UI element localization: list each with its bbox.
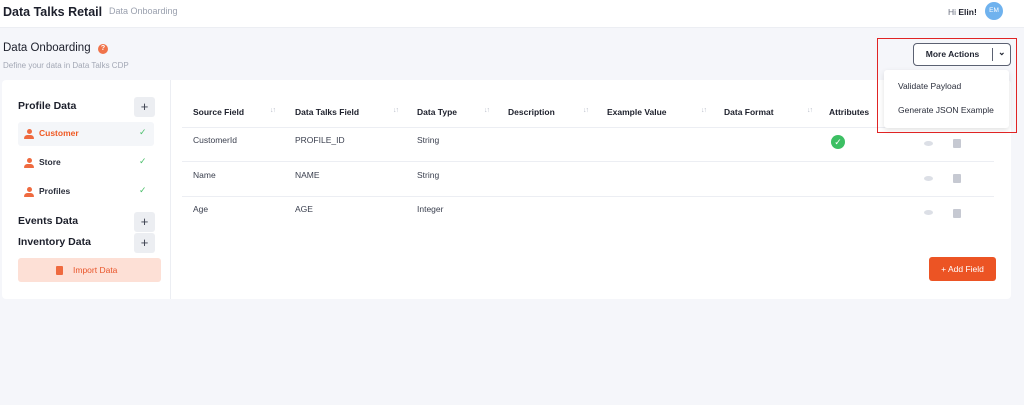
row-divider	[182, 196, 994, 197]
menu-item-validate-payload[interactable]: Validate Payload	[898, 78, 961, 94]
sidebar-item-label: Customer	[39, 128, 79, 138]
sort-icon[interactable]: ↓↑	[393, 107, 399, 114]
app-title[interactable]: Data Talks Retail	[3, 5, 102, 19]
trash-icon[interactable]	[953, 174, 961, 183]
column-header-data-type[interactable]: Data Type	[417, 107, 457, 117]
sort-icon[interactable]: ↓↑	[583, 107, 589, 114]
user-greeting: Hi Elin!	[948, 7, 977, 17]
column-header-attributes[interactable]: Attributes	[829, 107, 869, 117]
button-separator	[992, 48, 993, 61]
more-actions-menu: Validate Payload Generate JSON Example	[884, 70, 1009, 128]
cell-data-talks-field: PROFILE_ID	[295, 135, 345, 145]
sort-icon[interactable]: ↓↑	[807, 107, 813, 114]
trash-icon[interactable]	[953, 139, 961, 148]
sidebar-item-store[interactable]: Store ✓	[18, 151, 154, 175]
import-data-label: Import Data	[73, 265, 118, 275]
menu-item-generate-json-example[interactable]: Generate JSON Example	[898, 102, 994, 118]
more-actions-label: More Actions	[925, 49, 980, 59]
user-icon	[24, 187, 34, 198]
sort-icon[interactable]: ↓↑	[484, 107, 490, 114]
sort-icon[interactable]: ↓↑	[270, 107, 276, 114]
sort-icon[interactable]: ↓↑	[701, 107, 707, 114]
user-icon	[24, 158, 34, 169]
column-header-example-value[interactable]: Example Value	[607, 107, 667, 117]
check-icon: ✓	[139, 156, 147, 166]
help-icon[interactable]: ?	[98, 44, 108, 54]
events-data-title: Events Data	[18, 215, 79, 227]
inventory-data-title: Inventory Data	[18, 236, 91, 248]
eye-icon[interactable]	[924, 141, 933, 146]
user-name: Elin!	[958, 7, 977, 17]
column-header-description[interactable]: Description	[508, 107, 555, 117]
sidebar-item-profiles[interactable]: Profiles ✓	[18, 180, 154, 204]
profile-data-title: Profile Data	[18, 100, 77, 112]
avatar[interactable]: EM	[985, 2, 1003, 20]
file-icon	[56, 266, 63, 275]
cell-data-type: String	[417, 135, 440, 145]
breadcrumb[interactable]: Data Onboarding	[109, 6, 178, 16]
cell-data-type: Integer	[417, 204, 444, 214]
onboarding-card: Profile Data + Customer ✓ Store ✓ Profil…	[2, 80, 1011, 299]
sidebar-item-label: Store	[39, 157, 61, 167]
cell-data-talks-field: NAME	[295, 170, 320, 180]
column-header-data-format[interactable]: Data Format	[724, 107, 774, 117]
sidebar-item-customer[interactable]: Customer ✓	[18, 122, 154, 146]
cell-source-field: Name	[193, 170, 216, 180]
eye-icon[interactable]	[924, 210, 933, 215]
cell-source-field: Age	[193, 204, 209, 214]
top-bar: Data Talks Retail Data Onboarding Hi Eli…	[0, 0, 1024, 28]
check-circle-icon: ✓	[831, 135, 845, 149]
cell-data-talks-field: AGE	[295, 204, 313, 214]
add-event-button[interactable]: +	[134, 212, 155, 232]
chevron-down-icon[interactable]: ⌄	[998, 47, 1006, 58]
check-icon: ✓	[139, 127, 147, 137]
eye-icon[interactable]	[924, 176, 933, 181]
import-data-button[interactable]: Import Data	[18, 258, 161, 282]
greeting-prefix: Hi	[948, 7, 959, 17]
sidebar-item-label: Profiles	[39, 186, 71, 196]
more-actions-button[interactable]: More Actions ⌄	[913, 43, 1011, 66]
page-title: Data Onboarding	[3, 42, 91, 54]
add-inventory-button[interactable]: +	[134, 233, 155, 253]
trash-icon[interactable]	[953, 209, 961, 218]
row-divider	[182, 161, 994, 162]
column-header-data-talks-field[interactable]: Data Talks Field	[295, 107, 359, 117]
header-divider	[182, 127, 994, 128]
column-header-source-field[interactable]: Source Field	[193, 107, 244, 117]
page-subtitle: Define your data in Data Talks CDP	[3, 61, 129, 70]
add-profile-button[interactable]: +	[134, 97, 155, 117]
sidebar-divider	[170, 80, 171, 299]
cell-data-type: String	[417, 170, 440, 180]
cell-source-field: CustomerId	[193, 135, 237, 145]
add-field-button[interactable]: + Add Field	[929, 257, 996, 281]
user-icon	[24, 129, 34, 140]
check-icon: ✓	[139, 185, 147, 195]
